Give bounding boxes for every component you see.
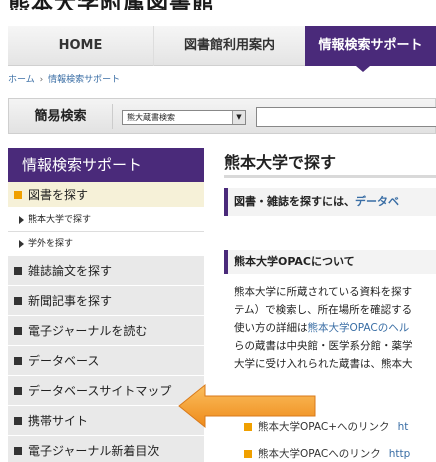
search-guide-text: 図書・雑誌を探すには、: [234, 195, 355, 208]
sidebar-item-databases[interactable]: データベース: [8, 346, 204, 376]
opac-link-row[interactable]: 熊本大学OPACへのリンク http: [244, 446, 436, 462]
sidebar-item-label: 電子ジャーナルを読む: [28, 324, 148, 338]
sidebar-subitem-external[interactable]: 学外を探す: [8, 232, 204, 256]
sidebar-subitem-kumamoto[interactable]: 熊本大学で探す: [8, 208, 204, 232]
sidebar-item-database-sitemap[interactable]: データベースサイトマップ: [8, 376, 204, 406]
page-title: 熊本大学で探す: [224, 148, 436, 178]
main-content: 熊本大学で探す 図書・雑誌を探すには、データベ 熊本大学OPACについて 熊本大…: [224, 148, 436, 460]
chevron-down-icon[interactable]: ▼: [232, 111, 245, 124]
description-line: 使い方の詳細は熊本大学OPACのヘル: [234, 319, 436, 337]
nav-library-guide[interactable]: 図書館利用案内: [153, 26, 305, 66]
link-url[interactable]: http: [389, 448, 411, 460]
breadcrumb-separator: ›: [39, 75, 44, 85]
sidebar-subitem-label: 学外を探す: [28, 239, 74, 249]
square-bullet-icon: [14, 267, 22, 275]
sidebar-subitem-label: 熊本大学で探す: [28, 215, 92, 225]
breadcrumb-home[interactable]: ホーム: [8, 75, 35, 85]
search-guide-box: 図書・雑誌を探すには、データベ: [224, 188, 436, 216]
link-label: 熊本大学OPACへのリンク: [258, 448, 381, 460]
triangle-right-icon: [19, 216, 24, 224]
sidebar-item-newspapers[interactable]: 新聞記事を探す: [8, 286, 204, 316]
breadcrumb: ホーム › 情報検索サポート: [8, 72, 120, 85]
triangle-right-icon: [19, 240, 24, 248]
global-nav: HOME 図書館利用案内 情報検索サポート: [8, 26, 436, 66]
sidebar-item-label: 携帯サイト: [28, 414, 89, 428]
link-label: 熊本大学OPAC+へのリンク: [258, 421, 390, 433]
sidebar-item-ejournals[interactable]: 電子ジャーナルを読む: [8, 316, 204, 346]
site-title-text: 熊本大学附属図書館: [8, 0, 215, 10]
sidebar-item-label: 電子ジャーナル新着目次: [28, 444, 160, 458]
description-line: テム）で検索し、所在場所を確認する: [234, 304, 413, 316]
search-target-value: 熊大蔵書検索: [127, 113, 175, 122]
nav-active-pointer: [356, 66, 370, 72]
database-link[interactable]: データベ: [355, 195, 399, 208]
square-bullet-icon: [14, 447, 22, 455]
sidebar-item-label: 新聞記事を探す: [28, 294, 113, 308]
sidebar-item-mobile[interactable]: 携帯サイト: [8, 406, 204, 436]
nav-home[interactable]: HOME: [8, 26, 153, 66]
nav-search-support[interactable]: 情報検索サポート: [305, 26, 436, 66]
sidebar-item-label: 図書を探す: [28, 188, 89, 202]
search-target-select[interactable]: 熊大蔵書検索 ▼: [122, 110, 246, 125]
description-text: 使い方の詳細は: [234, 322, 308, 334]
opac-help-link[interactable]: 熊本大学OPACのヘル: [308, 322, 410, 334]
section-heading-opac: 熊本大学OPACについて: [224, 250, 436, 274]
square-bullet-icon: [14, 297, 22, 305]
square-bullet-icon: [14, 357, 22, 365]
sidebar-item-books[interactable]: 図書を探す: [8, 182, 204, 208]
square-bullet-icon: [244, 423, 252, 431]
square-bullet-icon: [244, 450, 252, 458]
simple-search-bar: 簡易検索 熊大蔵書検索 ▼: [8, 98, 436, 134]
description-line: 熊本大学に所蔵されている資料を探す: [234, 286, 413, 298]
description-line: らの蔵書は中央館・医学系分館・薬学: [234, 340, 413, 352]
sidebar-item-articles[interactable]: 雑誌論文を探す: [8, 256, 204, 286]
description-line: 大学に受け入れられた蔵書は、熊本大: [234, 358, 413, 370]
sidebar-item-label: データベース: [28, 354, 100, 368]
sidebar-item-label: データベースサイトマップ: [28, 384, 172, 398]
square-bullet-icon: [14, 327, 22, 335]
sidebar: 情報検索サポート 図書を探す 熊本大学で探す 学外を探す 雑誌論文を探す 新聞記…: [8, 148, 204, 462]
opac-description: 熊本大学に所蔵されている資料を探す テム）で検索し、所在場所を確認する 使い方の…: [234, 283, 436, 373]
simple-search-label: 簡易検索: [9, 104, 113, 129]
search-input[interactable]: [256, 107, 436, 127]
breadcrumb-current[interactable]: 情報検索サポート: [48, 75, 120, 85]
sidebar-item-ejournal-toc[interactable]: 電子ジャーナル新着目次: [8, 436, 204, 462]
site-title: 熊本大学附属図書館: [8, 0, 215, 10]
opac-plus-link-row[interactable]: 熊本大学OPAC+へのリンク ht: [244, 419, 436, 435]
sidebar-heading: 情報検索サポート: [8, 148, 204, 182]
square-bullet-icon: [14, 191, 22, 199]
square-bullet-icon: [14, 417, 22, 425]
square-bullet-icon: [14, 387, 22, 395]
link-url[interactable]: ht: [398, 421, 409, 433]
sidebar-item-label: 雑誌論文を探す: [28, 264, 113, 278]
